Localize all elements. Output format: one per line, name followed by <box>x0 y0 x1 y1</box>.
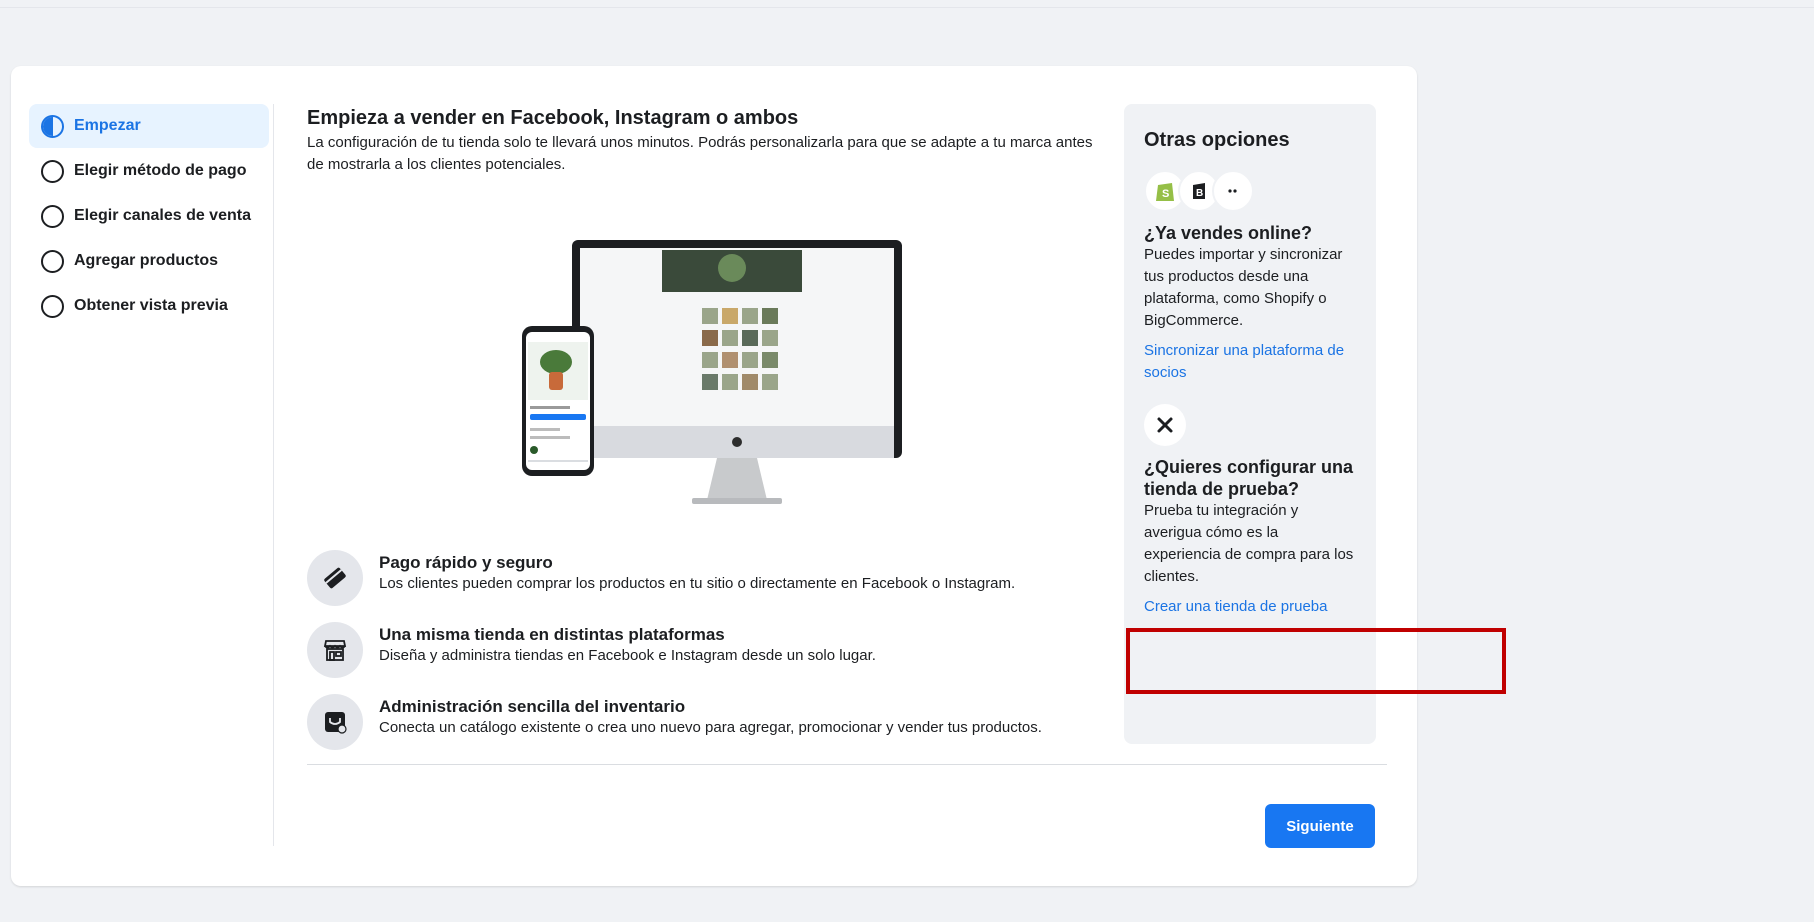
feature-title: Pago rápido y seguro <box>379 553 553 572</box>
tools-icon <box>1144 404 1186 446</box>
sync-partner-platform-link[interactable]: Sincronizar una plataforma de socios <box>1144 340 1356 384</box>
step-elegir-metodo-de-pago[interactable]: Elegir método de pago <box>29 149 269 193</box>
top-bar <box>0 0 1814 8</box>
panel-title: Otras opciones <box>1144 129 1290 151</box>
feature-item: Administración sencilla del inventario C… <box>307 694 1097 750</box>
create-test-shop-link[interactable]: Crear una tienda de prueba <box>1144 596 1356 618</box>
feature-description: Diseña y administra tiendas en Facebook … <box>379 647 876 664</box>
step-label: Elegir método de pago <box>74 162 247 179</box>
partner-logo-icon <box>1212 170 1254 212</box>
svg-text:S: S <box>1162 188 1169 200</box>
sync-description: Puedes importar y sincronizar tus produc… <box>1144 246 1343 329</box>
feature-description: Los clientes pueden comprar los producto… <box>379 575 1016 592</box>
step-elegir-canales-de-venta[interactable]: Elegir canales de venta <box>29 194 269 238</box>
feature-title: Una misma tienda en distintas plataforma… <box>379 625 725 644</box>
test-shop-heading: ¿Quieres configurar una tienda de prueba… <box>1144 457 1354 499</box>
setup-card: Empezar Elegir método de pago Elegir can… <box>11 66 1417 886</box>
shop-preview-illustration <box>522 240 902 504</box>
features-list: Pago rápido y seguro Los clientes pueden… <box>307 550 1097 766</box>
feature-item: Una misma tienda en distintas plataforma… <box>307 622 1097 678</box>
feature-item: Pago rápido y seguro Los clientes pueden… <box>307 550 1097 606</box>
step-progress-icon <box>41 114 64 138</box>
step-label: Obtener vista previa <box>74 297 228 314</box>
step-obtener-vista-previa[interactable]: Obtener vista previa <box>29 284 269 328</box>
sync-heading: ¿Ya vendes online? <box>1144 223 1313 243</box>
step-empezar[interactable]: Empezar <box>29 104 269 148</box>
vertical-divider <box>273 104 274 846</box>
page-title: Empieza a vender en Facebook, Instagram … <box>307 107 799 129</box>
feature-title: Administración sencilla del inventario <box>379 697 686 716</box>
inventory-icon <box>307 694 363 750</box>
next-button[interactable]: Siguiente <box>1265 804 1375 848</box>
step-circle-icon <box>41 294 64 318</box>
step-circle-icon <box>41 159 64 183</box>
horizontal-divider <box>307 764 1387 765</box>
platform-logos: S B <box>1144 170 1356 212</box>
step-label: Agregar productos <box>74 252 219 269</box>
step-circle-icon <box>41 204 64 228</box>
credit-card-icon <box>307 550 363 606</box>
intro-text: La configuración de tu tienda solo te ll… <box>307 134 1093 173</box>
other-options-panel: Otras opciones S B ¿Ya vendes online? Pu… <box>1124 104 1376 744</box>
step-label: Empezar <box>74 117 141 134</box>
step-circle-icon <box>41 249 64 273</box>
steps-sidebar: Empezar Elegir método de pago Elegir can… <box>29 104 269 329</box>
step-agregar-productos[interactable]: Agregar productos <box>29 239 269 283</box>
svg-text:B: B <box>1196 188 1203 199</box>
storefront-icon <box>307 622 363 678</box>
main-content: Empieza a vender en Facebook, Instagram … <box>307 106 1097 750</box>
feature-description: Conecta un catálogo existente o crea uno… <box>379 719 1042 736</box>
test-shop-description: Prueba tu integración y averigua cómo es… <box>1144 502 1354 585</box>
step-label: Elegir canales de venta <box>74 207 251 224</box>
